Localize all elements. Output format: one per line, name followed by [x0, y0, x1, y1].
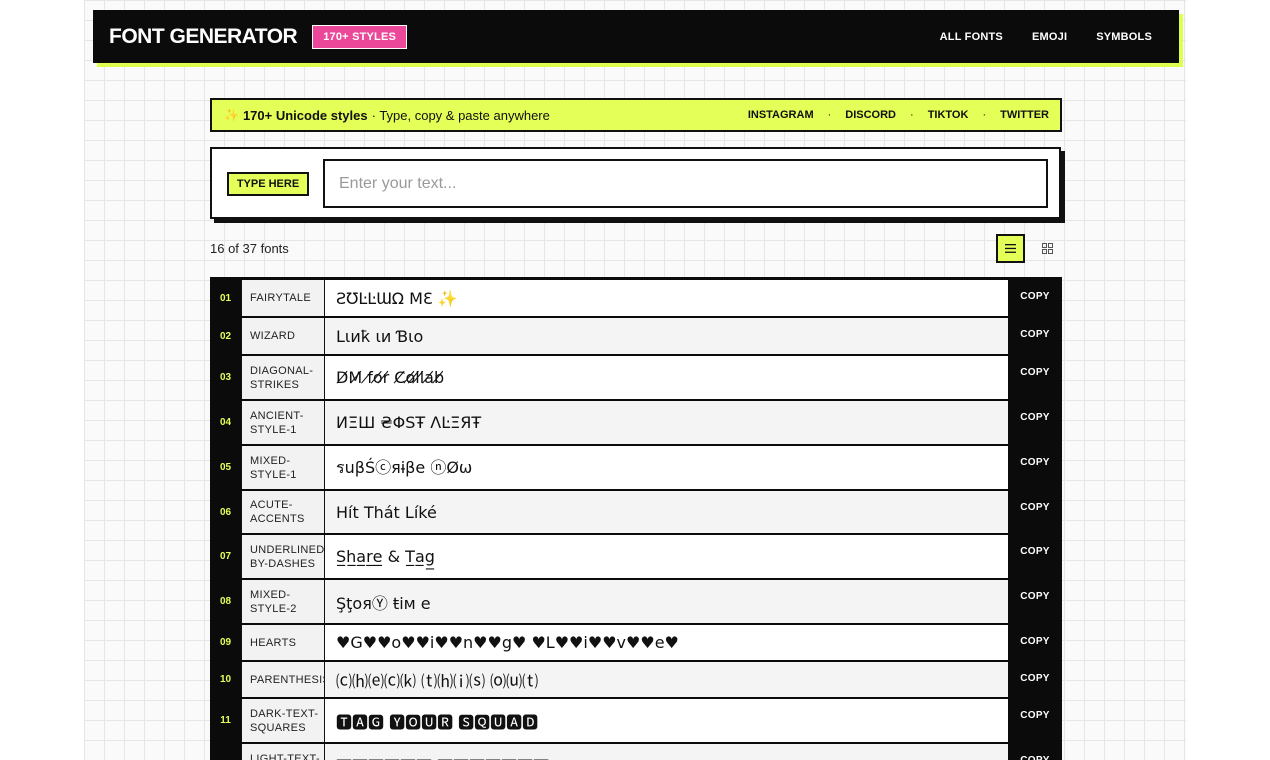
top-header: FONT GENERATOR 170+ STYLES ALL FONTS EMO… [93, 10, 1179, 63]
nav-symbols[interactable]: SYMBOLS [1096, 31, 1152, 43]
font-row: 11 DARK-TEXT- SQUARES 🆃🅰🅶 🆈🅾🆄🆁 🆂🆀🆄🅰🅳 COPY [210, 699, 1062, 742]
font-name: PARENTHESIS [241, 662, 330, 697]
font-sample[interactable]: Hít Thát Líké [325, 491, 1008, 533]
font-name: DARK-TEXT- SQUARES [241, 699, 325, 742]
font-table: 01 FAIRYTALE ƧƱĿĿƜΩ ΜƐ ✨ COPY 02 WIZARD … [210, 277, 1062, 760]
sparkle-icon: ✨ [224, 108, 239, 122]
promo-subtext: · Type, copy & paste anywhere [371, 107, 550, 123]
copy-button[interactable]: COPY [1008, 699, 1062, 742]
font-sample[interactable]: S̲h̲a̲r̲e̲ & T̲a̲g̲ [325, 535, 1008, 578]
nav-emoji[interactable]: EMOJI [1032, 31, 1067, 43]
row-number: 08 [219, 596, 232, 607]
font-row: 05 MIXED- STYLE-1 รuβŚⓒяɨβe ⓝØω COPY [210, 446, 1062, 489]
font-name: HEARTS [241, 625, 325, 660]
copy-button[interactable]: COPY [1008, 318, 1062, 354]
separator-dot: · [982, 109, 987, 121]
font-sample[interactable]: Lιиҟ ιи Ɓιо [325, 318, 1008, 354]
font-row: 02 WIZARD Lιиҟ ιи Ɓιо COPY [210, 318, 1062, 354]
row-number: 09 [219, 637, 232, 648]
copy-button[interactable]: COPY [1008, 744, 1062, 760]
row-number: 02 [219, 330, 232, 342]
font-sample[interactable]: ⒞⒣⒠⒞⒦ ⒯⒣⒤⒮ ⒪⒰⒯ [325, 662, 1008, 697]
font-sample[interactable]: D̸M̸ f̸o̸r̸ C̸o̸l̸l̸a̸b̸ [325, 356, 1008, 399]
list-view-button[interactable] [996, 234, 1025, 263]
copy-button[interactable]: COPY [1008, 491, 1062, 533]
row-number: 05 [219, 462, 232, 473]
nav-all-fonts[interactable]: ALL FONTS [940, 31, 1003, 43]
grid-view-icon [1041, 242, 1053, 254]
grid-view-button[interactable] [1038, 239, 1056, 257]
row-number: 04 [219, 417, 232, 428]
font-name: ANCIENT- STYLE-1 [241, 401, 325, 444]
promo-bar: ✨ 170+ Unicode styles · Type, copy & pas… [210, 98, 1062, 132]
row-number: 07 [219, 551, 232, 562]
font-row: 03 DIAGONAL- STRIKES D̸M̸ f̸o̸r̸ C̸o̸l̸l̸… [210, 356, 1062, 399]
social-instagram[interactable]: INSTAGRAM [748, 109, 814, 121]
promo-headline: 170+ Unicode styles [242, 107, 368, 123]
font-sample[interactable]: 🆃🅰🅶 🆈🅾🆄🆁 🆂🆀🆄🅰🅳 [325, 699, 1008, 742]
font-sample[interactable]: ŞţoяⓎ ŧiм e [325, 580, 1008, 623]
font-name: UNDERLINED- BY-DASHES [241, 535, 328, 578]
row-number: 10 [219, 674, 232, 685]
styles-badge: 170+ STYLES [312, 24, 408, 49]
font-sample[interactable]: ƧƱĿĿƜΩ ΜƐ ✨ [325, 280, 1008, 316]
type-here-label: TYPE HERE [227, 172, 309, 196]
font-row: 08 MIXED- STYLE-2 ŞţoяⓎ ŧiм e COPY [210, 580, 1062, 623]
font-row: 04 ANCIENT- STYLE-1 ИΞШ ₴ΦSŦ ΛĿΞЯŦ COPY [210, 401, 1062, 444]
font-row: 01 FAIRYTALE ƧƱĿĿƜΩ ΜƐ ✨ COPY [210, 280, 1062, 316]
copy-button[interactable]: COPY [1008, 280, 1062, 316]
separator-dot: · [827, 109, 832, 121]
font-sample[interactable]: 🅃🄰🄶🄶🄴🄳 🄵🅁🄸🄴🄽🄳🅂 [325, 744, 1008, 760]
main-nav: ALL FONTS EMOJI SYMBOLS [911, 31, 1152, 43]
font-row: 06 ACUTE- ACCENTS Hít Thát Líké COPY [210, 491, 1062, 533]
font-row: 07 UNDERLINED- BY-DASHES S̲h̲a̲r̲e̲ & T̲a… [210, 535, 1062, 578]
copy-button[interactable]: COPY [1008, 625, 1062, 660]
font-name: LIGHT-TEXT-SQUARES [241, 744, 325, 760]
list-view-icon [1005, 244, 1016, 253]
copy-button[interactable]: COPY [1008, 401, 1062, 444]
row-number: 11 [220, 715, 231, 726]
font-sample[interactable]: ИΞШ ₴ΦSŦ ΛĿΞЯŦ [325, 401, 1008, 444]
text-input[interactable] [323, 159, 1048, 208]
font-name: MIXED- STYLE-2 [241, 580, 325, 623]
social-twitter[interactable]: TWITTER [1000, 109, 1049, 121]
font-row: 10 PARENTHESIS ⒞⒣⒠⒞⒦ ⒯⒣⒤⒮ ⒪⒰⒯ COPY [210, 662, 1062, 697]
social-tiktok[interactable]: TIKTOK [928, 109, 969, 121]
font-name: FAIRYTALE [241, 280, 325, 316]
copy-button[interactable]: COPY [1008, 580, 1062, 623]
row-number: 12 [210, 744, 241, 760]
copy-button[interactable]: COPY [1008, 662, 1062, 697]
copy-button[interactable]: COPY [1008, 535, 1062, 578]
font-sample[interactable]: ♥G♥♥o♥♥i♥♥n♥♥g♥ ♥L♥♥i♥♥v♥♥e♥ [325, 625, 1008, 660]
font-name: DIAGONAL- STRIKES [241, 356, 325, 399]
font-sample[interactable]: รuβŚⓒяɨβe ⓝØω [325, 446, 1008, 489]
separator-dot: · [910, 109, 914, 121]
social-discord[interactable]: DISCORD [845, 109, 896, 121]
row-number: 03 [219, 372, 232, 383]
font-count: 16 of 37 fonts [210, 241, 289, 256]
row-number: 06 [219, 506, 232, 518]
text-input-card: TYPE HERE [210, 147, 1061, 219]
social-links: INSTAGRAM · DISCORD · TIKTOK · TWITTER [748, 109, 1049, 121]
row-number: 01 [219, 292, 232, 304]
font-name: ACUTE- ACCENTS [241, 491, 325, 533]
font-row: 09 HEARTS ♥G♥♥o♥♥i♥♥n♥♥g♥ ♥L♥♥i♥♥v♥♥e♥ C… [210, 625, 1062, 660]
copy-button[interactable]: COPY [1008, 356, 1062, 399]
site-logo[interactable]: FONT GENERATOR [109, 25, 298, 49]
font-row: 12 LIGHT-TEXT-SQUARES 🅃🄰🄶🄶🄴🄳 🄵🅁🄸🄴🄽🄳🅂 COP… [210, 744, 1062, 760]
copy-button[interactable]: COPY [1008, 446, 1062, 489]
font-name: WIZARD [241, 318, 325, 354]
font-name: MIXED- STYLE-1 [241, 446, 325, 489]
